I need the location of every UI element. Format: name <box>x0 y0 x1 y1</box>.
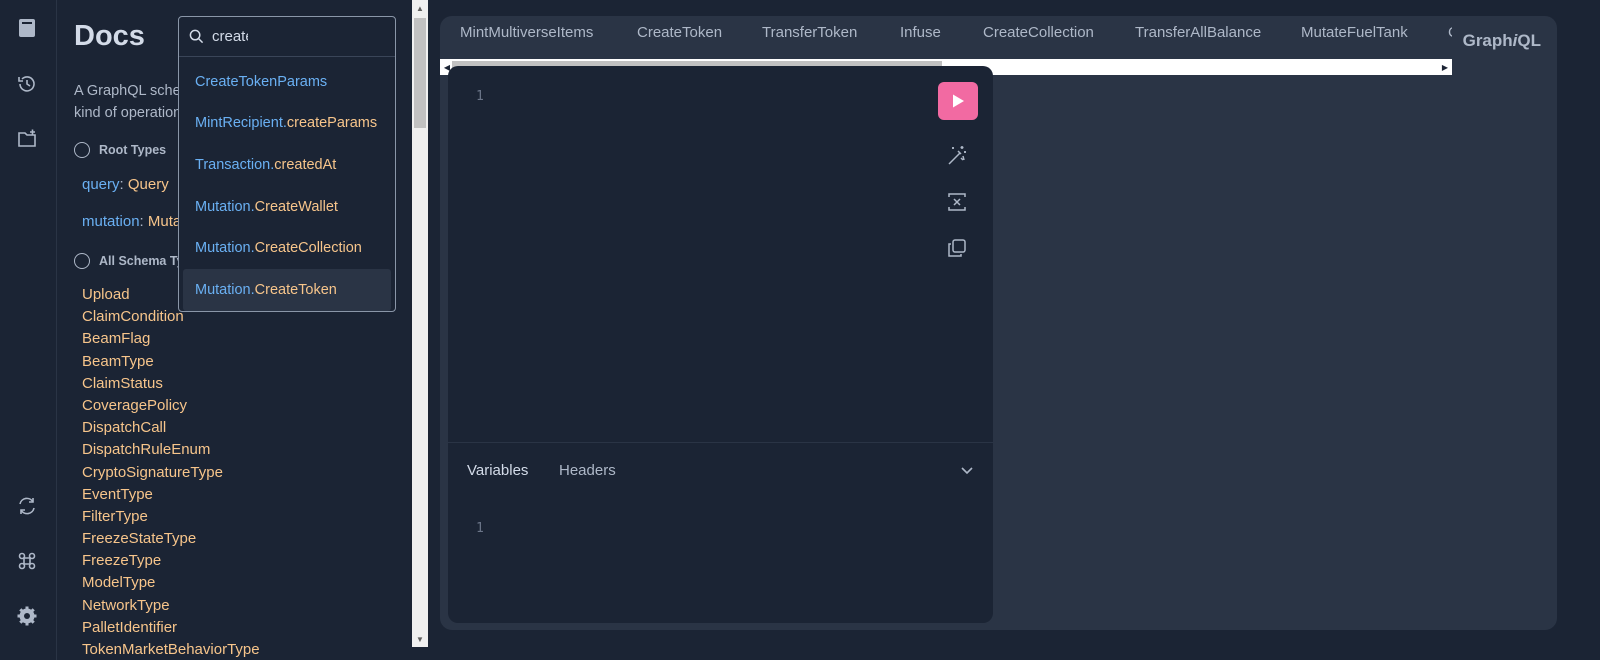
root-mutation-field[interactable]: mutation <box>82 213 140 230</box>
search-result-name: CreateToken <box>254 281 337 298</box>
search-result-item[interactable]: CreateTokenParams <box>183 61 391 103</box>
root-query-field[interactable]: query <box>82 176 120 193</box>
docs-scrollbar[interactable]: ▲ ▼ <box>412 0 428 647</box>
search-result-name: CreateCollection <box>254 240 362 257</box>
graphiql-main: MintMultiverseItems CreateToken TransferTo… <box>440 16 1557 630</box>
schema-type-list: Upload ClaimCondition BeamFlag BeamType Clai… <box>82 284 260 660</box>
search-result-item[interactable]: Mutation. CreateCollection <box>183 227 391 269</box>
schema-type-link[interactable]: DispatchRuleEnum <box>82 439 260 461</box>
merge-fragments-button[interactable] <box>945 190 969 214</box>
chevron-down-icon[interactable] <box>958 461 976 479</box>
logo-part: Graph <box>1462 31 1513 50</box>
variables-tab[interactable]: Variables <box>467 462 528 479</box>
copy-query-button[interactable] <box>945 236 969 260</box>
search-result-item[interactable]: Mutation. CreateToken <box>183 268 391 311</box>
sidebar-rail <box>0 0 57 660</box>
search-result-prefix: Transaction. <box>195 156 275 173</box>
schema-type-link[interactable]: FreezeType <box>82 550 260 572</box>
variables-line-number: 1 <box>476 521 484 536</box>
operation-tab[interactable]: CreateCollection <box>983 24 1094 41</box>
search-result-name: CreateWallet <box>254 198 338 215</box>
keyboard-shortcut-icon[interactable] <box>16 550 38 572</box>
all-types-icon <box>74 253 90 269</box>
search-result-item[interactable]: MintRecipient. createParams <box>183 103 391 145</box>
logo-part: QL <box>1517 31 1541 50</box>
editor-divider <box>448 442 993 443</box>
root-types-label: Root Types <box>99 143 167 157</box>
root-query-type[interactable]: Query <box>128 176 169 193</box>
schema-type-link[interactable]: ModelType <box>82 572 260 594</box>
headers-tab[interactable]: Headers <box>559 462 616 479</box>
schema-type-link[interactable]: PalletIdentifier <box>82 617 260 639</box>
schema-type-link[interactable]: TokenMarketBehaviorType <box>82 639 260 660</box>
docs-icon[interactable] <box>16 17 38 39</box>
operation-tab[interactable]: C <box>1448 24 1452 41</box>
play-icon <box>953 94 964 108</box>
schema-type-link[interactable]: CryptoSignatureType <box>82 462 260 484</box>
schema-type-link[interactable]: NetworkType <box>82 595 260 617</box>
docs-search-popover: CreateTokenParams MintRecipient.createPar… <box>178 16 396 312</box>
copy-icon <box>948 239 966 257</box>
docs-search-input[interactable] <box>212 28 248 45</box>
search-result-prefix: MintRecipient. <box>195 115 287 132</box>
search-results: CreateTokenParams MintRecipient. createPar… <box>179 57 395 315</box>
scrollbar-thumb[interactable] <box>414 18 426 128</box>
operation-tab[interactable]: TransferAllBalance <box>1135 24 1261 41</box>
scroll-up-arrow-icon[interactable]: ▲ <box>412 0 428 16</box>
operation-tab[interactable]: CreateToken <box>637 24 722 41</box>
search-result-prefix: Mutation. <box>195 198 255 215</box>
merge-icon <box>948 193 966 211</box>
schema-type-link[interactable]: BeamType <box>82 351 260 373</box>
query-line-number: 1 <box>476 89 484 104</box>
root-query-item[interactable]: query: Query <box>82 176 169 193</box>
search-result-item[interactable]: Mutation. CreateWallet <box>183 186 391 228</box>
root-types-heading: Root Types <box>74 142 166 158</box>
search-result-item[interactable]: Transaction. createdAt <box>183 144 391 186</box>
schema-type-link[interactable]: BeamFlag <box>82 328 260 350</box>
search-result-name: createdAt <box>274 156 337 173</box>
operation-tabs: MintMultiverseItems CreateToken TransferTo… <box>440 16 1452 60</box>
prettify-button[interactable] <box>945 143 969 167</box>
operation-tab[interactable]: TransferToken <box>762 24 857 41</box>
schema-type-link[interactable]: EventType <box>82 484 260 506</box>
run-query-button[interactable] <box>938 82 978 120</box>
search-result-name: createParams <box>286 115 378 132</box>
search-result-name: CreateTokenParams <box>195 73 328 90</box>
root-types-icon <box>74 142 90 158</box>
operation-tab[interactable]: Infuse <box>900 24 941 41</box>
query-editor[interactable]: 1 Variables Headers 1 <box>448 66 993 623</box>
search-result-prefix: Mutation. <box>195 240 255 257</box>
root-mutation-item[interactable]: mutation: Mutat <box>82 213 185 230</box>
operation-tab[interactable]: MintMultiverseItems <box>460 24 593 41</box>
scroll-right-arrow-icon[interactable]: ▶ <box>1440 59 1450 75</box>
settings-icon[interactable] <box>16 605 38 627</box>
graphiql-logo: GraphiQL <box>1463 31 1541 51</box>
schema-type-link[interactable]: CoveragePolicy <box>82 395 260 417</box>
schema-type-link[interactable]: DispatchCall <box>82 417 260 439</box>
docs-title: Docs <box>74 20 145 52</box>
search-icon <box>189 29 204 44</box>
prettify-icon <box>948 146 966 165</box>
folder-icon[interactable] <box>16 128 38 150</box>
search-result-prefix: Mutation. <box>195 281 255 298</box>
history-icon[interactable] <box>16 73 38 95</box>
all-types-heading: All Schema Typ <box>74 253 191 269</box>
schema-type-link[interactable]: FilterType <box>82 506 260 528</box>
operation-tab[interactable]: MutateFuelTank <box>1301 24 1408 41</box>
schema-type-link[interactable]: FreezeStateType <box>82 528 260 550</box>
docs-search-bar[interactable] <box>179 17 395 57</box>
schema-type-link[interactable]: ClaimStatus <box>82 373 260 395</box>
refresh-icon[interactable] <box>16 495 38 517</box>
scroll-down-arrow-icon[interactable]: ▼ <box>412 631 428 647</box>
